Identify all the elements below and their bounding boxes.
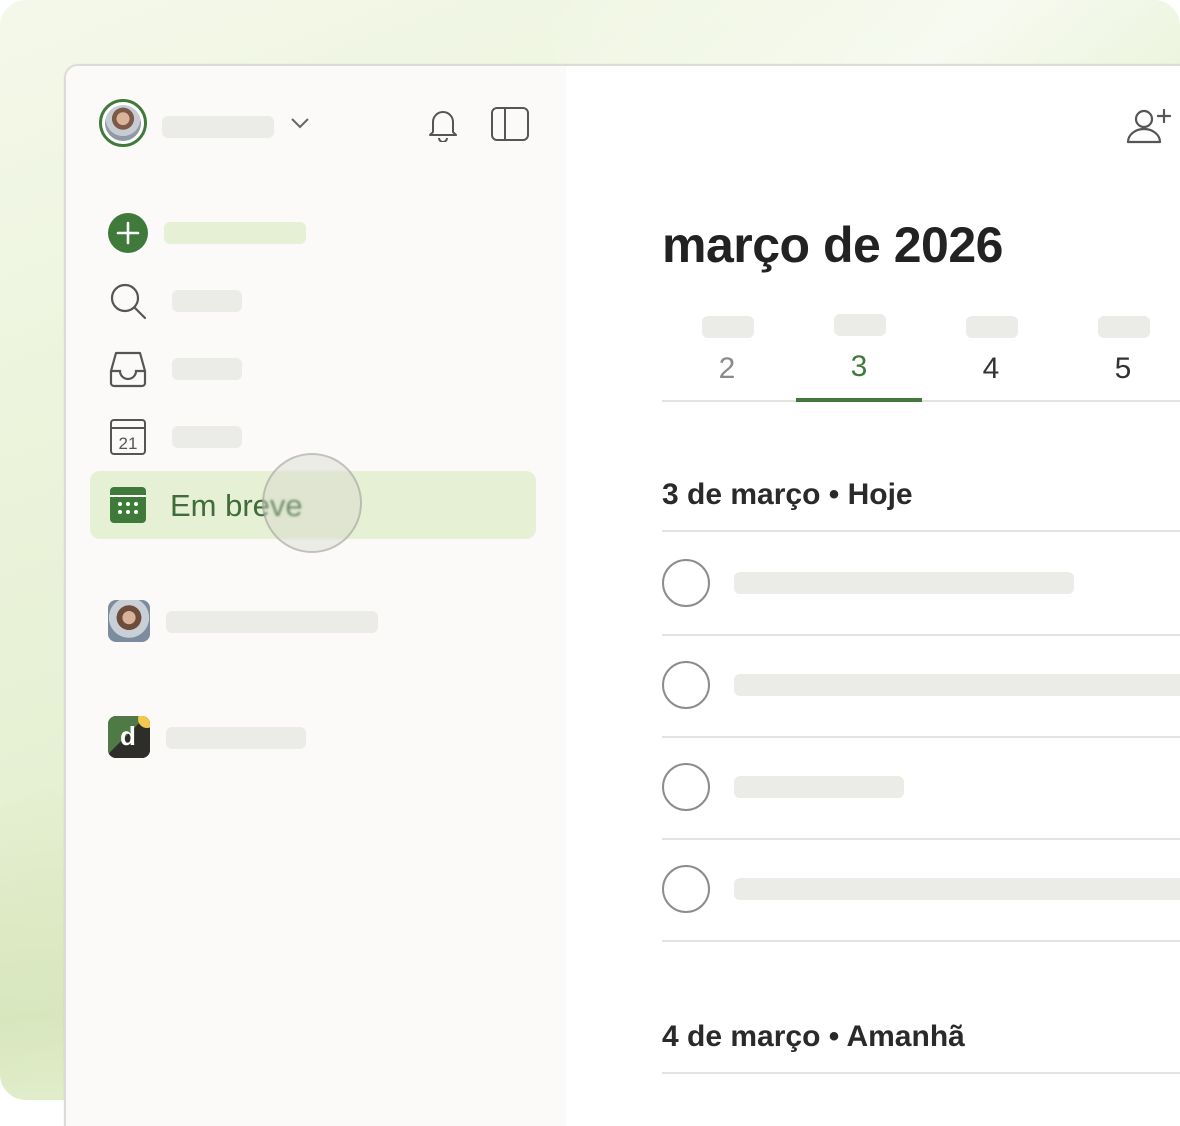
sidebar-item-search[interactable] <box>90 267 536 335</box>
calendar-grid-icon <box>110 487 146 523</box>
weekday-placeholder <box>966 316 1018 338</box>
task-checkbox[interactable] <box>662 661 710 709</box>
task-row[interactable] <box>662 838 1180 942</box>
section-title-tomorrow: 4 de março • Amanhã <box>662 1020 965 1053</box>
section-title-today: 3 de março • Hoje <box>662 478 913 511</box>
app-window: 21 Em breve d março de 2026 2 3 4 5 3 de… <box>64 64 1180 1126</box>
day-strip: 2 3 4 5 <box>662 310 1180 402</box>
add-person-icon[interactable] <box>1124 106 1172 146</box>
sidebar: 21 Em breve d <box>66 66 566 1126</box>
task-checkbox[interactable] <box>662 865 710 913</box>
task-checkbox[interactable] <box>662 559 710 607</box>
day-number: 3 <box>850 350 868 383</box>
weekday-placeholder <box>702 316 754 338</box>
weekday-placeholder <box>834 314 886 336</box>
personal-project-avatar[interactable] <box>108 600 150 642</box>
sidebar-item-inbox[interactable] <box>90 335 536 403</box>
sidebar-toggle-icon[interactable] <box>490 106 530 142</box>
user-avatar[interactable] <box>99 99 147 147</box>
click-indicator <box>262 453 362 553</box>
team-logo-letter: d <box>120 721 136 751</box>
weekday-placeholder <box>1098 316 1150 338</box>
bell-icon[interactable] <box>426 106 460 142</box>
search-icon <box>110 283 147 320</box>
page-title: março de 2026 <box>662 217 1003 273</box>
svg-text:21: 21 <box>119 434 138 453</box>
main-content: março de 2026 2 3 4 5 3 de março • Hoje <box>566 66 1180 1126</box>
today-label-placeholder <box>172 426 242 448</box>
day-tab-2[interactable]: 2 <box>662 310 792 400</box>
day-tab-5[interactable]: 5 <box>1058 310 1180 400</box>
task-title-placeholder <box>734 572 1074 594</box>
inbox-label-placeholder <box>172 358 242 380</box>
user-name-placeholder[interactable] <box>162 116 274 138</box>
task-title-placeholder <box>734 776 904 798</box>
add-task-label-placeholder <box>164 222 306 244</box>
plus-circle-icon <box>108 213 148 253</box>
section-divider <box>662 1072 1180 1074</box>
task-row[interactable] <box>662 532 1180 636</box>
calendar-day-icon: 21 <box>110 419 146 455</box>
day-tab-3[interactable]: 3 <box>794 310 924 402</box>
day-number: 2 <box>718 352 736 385</box>
task-row[interactable] <box>662 736 1180 840</box>
day-number: 5 <box>1114 352 1132 385</box>
inbox-icon <box>109 351 147 388</box>
task-title-placeholder <box>734 878 1180 900</box>
team-logo-icon[interactable]: d <box>108 716 150 758</box>
personal-project-name-placeholder[interactable] <box>166 611 378 633</box>
avatar-photo <box>105 105 141 141</box>
task-checkbox[interactable] <box>662 763 710 811</box>
team-name-placeholder[interactable] <box>166 727 306 749</box>
day-tab-4[interactable]: 4 <box>926 310 1056 400</box>
sidebar-item-add-task[interactable] <box>90 199 536 267</box>
chevron-down-icon[interactable] <box>290 116 310 130</box>
search-label-placeholder <box>172 290 242 312</box>
task-title-placeholder <box>734 674 1180 696</box>
selected-day-indicator <box>796 398 922 402</box>
day-number: 4 <box>982 352 1000 385</box>
task-row[interactable] <box>662 634 1180 738</box>
